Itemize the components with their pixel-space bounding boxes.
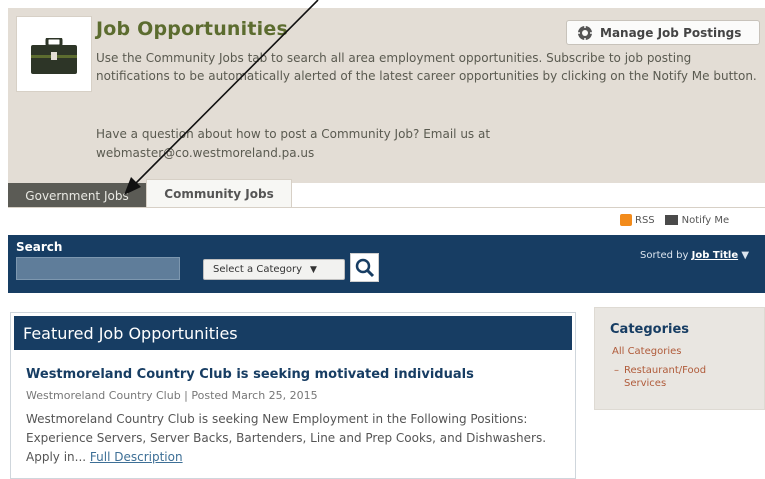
job-meta: Westmoreland Country Club | Posted March… xyxy=(26,389,318,402)
categories-panel: Categories All Categories – Restaurant/F… xyxy=(594,307,765,410)
page-description: Use the Community Jobs tab to search all… xyxy=(96,51,757,83)
full-description-link[interactable]: Full Description xyxy=(90,450,183,464)
featured-panel: Featured Job Opportunities Westmoreland … xyxy=(10,312,576,479)
category-item[interactable]: – Restaurant/Food Services xyxy=(614,364,744,390)
rss-link[interactable]: RSS xyxy=(635,215,655,226)
tab-government-jobs-label: Government Jobs xyxy=(25,188,129,203)
sort-control: Sorted by Job Title ▼ xyxy=(640,250,749,261)
search-bar: Search Select a Category ▼ Sorted by Job… xyxy=(8,235,765,293)
mail-icon[interactable] xyxy=(664,215,678,225)
tab-community-jobs-label: Community Jobs xyxy=(164,187,274,201)
rss-icon[interactable] xyxy=(620,214,632,226)
sort-label: Sorted by xyxy=(640,250,689,261)
featured-heading: Featured Job Opportunities xyxy=(14,316,572,350)
search-input[interactable] xyxy=(16,257,180,280)
page-title: Job Opportunities xyxy=(96,18,288,40)
page-header: Job Opportunities Use the Community Jobs… xyxy=(8,8,765,183)
contact-text: Have a question about how to post a Comm… xyxy=(96,127,491,160)
manage-job-postings-button[interactable]: Manage Job Postings xyxy=(566,20,760,45)
category-select-value: Select a Category xyxy=(213,264,303,275)
search-icon xyxy=(355,258,374,277)
category-item-label: Restaurant/Food Services xyxy=(624,365,707,389)
tabs-divider xyxy=(8,207,765,208)
category-select[interactable]: Select a Category ▼ xyxy=(203,259,345,280)
job-description: Westmoreland Country Club is seeking New… xyxy=(26,410,566,467)
chevron-down-icon: ▼ xyxy=(310,264,317,275)
manage-job-postings-label: Manage Job Postings xyxy=(600,25,742,40)
search-label: Search xyxy=(16,240,63,254)
tab-government-jobs[interactable]: Government Jobs xyxy=(8,183,146,208)
tab-community-jobs[interactable]: Community Jobs xyxy=(146,179,292,208)
job-title-link[interactable]: Westmoreland Country Club is seeking mot… xyxy=(26,367,474,382)
chevron-down-icon[interactable]: ▼ xyxy=(741,250,749,261)
categories-title: Categories xyxy=(610,322,690,337)
gear-icon xyxy=(578,25,592,40)
sort-by-link[interactable]: Job Title xyxy=(692,250,738,261)
module-logo xyxy=(16,16,92,92)
briefcase-icon xyxy=(31,38,77,74)
feed-tools: RSS Notify Me xyxy=(620,214,729,226)
notify-me-link[interactable]: Notify Me xyxy=(682,215,730,226)
all-categories-link[interactable]: All Categories xyxy=(612,346,681,357)
search-button[interactable] xyxy=(350,253,379,282)
